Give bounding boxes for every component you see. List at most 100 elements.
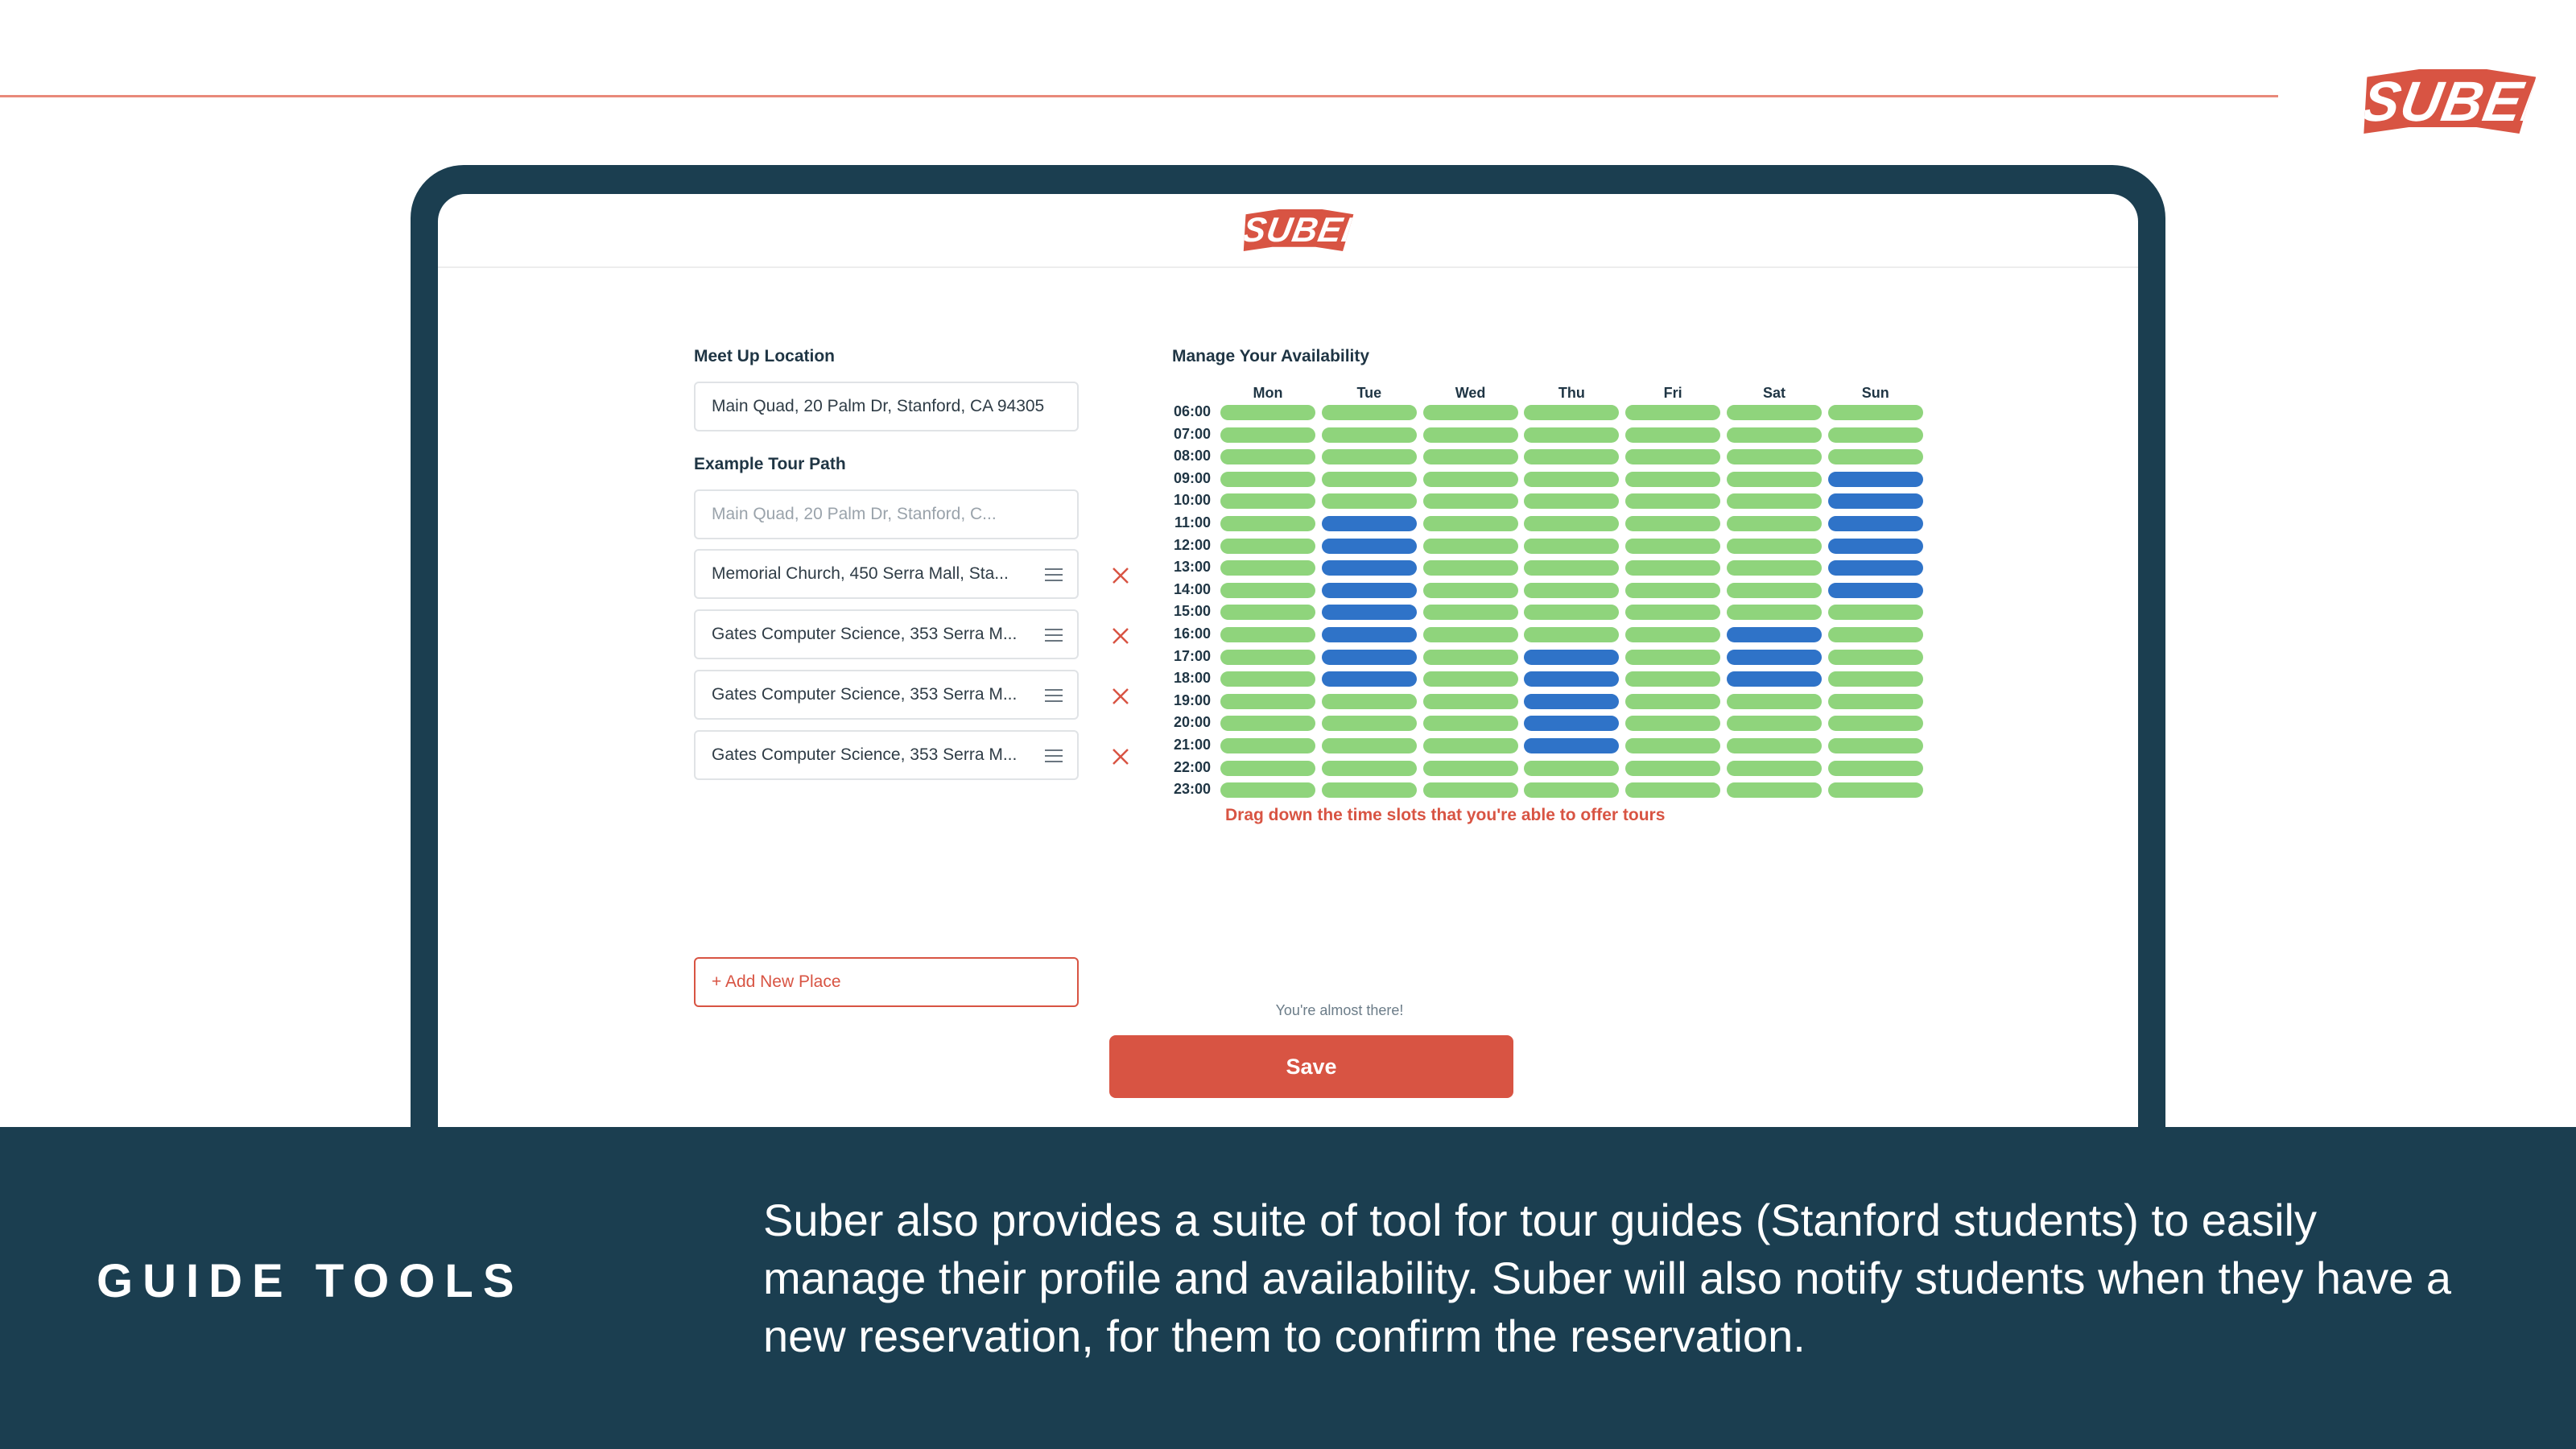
time-slot-available[interactable]	[1625, 782, 1721, 799]
time-slot-available[interactable]	[1727, 427, 1822, 443]
drag-handle-icon[interactable]	[1045, 629, 1063, 642]
time-slot-selected[interactable]	[1727, 649, 1822, 665]
time-slot-selected[interactable]	[1827, 516, 1923, 531]
time-slot-available[interactable]	[1321, 471, 1417, 487]
time-slot-available[interactable]	[1220, 516, 1315, 531]
time-slot-available[interactable]	[1422, 738, 1518, 753]
time-slot-available[interactable]	[1220, 493, 1315, 510]
time-slot-available[interactable]	[1422, 605, 1518, 621]
time-slot-available[interactable]	[1422, 782, 1518, 799]
time-slot-available[interactable]	[1827, 405, 1923, 420]
time-slot-available[interactable]	[1827, 738, 1923, 753]
time-slot-available[interactable]	[1827, 782, 1923, 799]
time-slot-available[interactable]	[1422, 582, 1518, 598]
time-slot-available[interactable]	[1321, 760, 1417, 776]
time-slot-available[interactable]	[1220, 671, 1315, 687]
time-slot-available[interactable]	[1422, 716, 1518, 732]
add-new-place-button[interactable]: + Add New Place	[694, 957, 1079, 1007]
time-slot-available[interactable]	[1524, 405, 1620, 420]
time-slot-available[interactable]	[1422, 493, 1518, 510]
tour-stop-field[interactable]: Gates Computer Science, 353 Serra M...	[694, 670, 1079, 720]
tour-stop-field[interactable]: Gates Computer Science, 353 Serra M...	[694, 609, 1079, 659]
save-button[interactable]: Save	[1109, 1035, 1513, 1098]
time-slot-available[interactable]	[1727, 538, 1822, 554]
time-slot-selected[interactable]	[1524, 693, 1620, 709]
time-slot-available[interactable]	[1422, 471, 1518, 487]
close-icon[interactable]	[1108, 564, 1133, 588]
time-slot-available[interactable]	[1220, 738, 1315, 753]
time-slot-available[interactable]	[1422, 560, 1518, 576]
time-slot-selected[interactable]	[1321, 516, 1417, 531]
time-slot-selected[interactable]	[1827, 560, 1923, 576]
time-slot-available[interactable]	[1220, 471, 1315, 487]
time-slot-available[interactable]	[1625, 427, 1721, 443]
time-slot-available[interactable]	[1220, 405, 1315, 420]
time-slot-available[interactable]	[1321, 738, 1417, 753]
close-icon[interactable]	[1108, 684, 1133, 708]
time-slot-available[interactable]	[1727, 582, 1822, 598]
time-slot-available[interactable]	[1422, 538, 1518, 554]
tour-stop-field[interactable]: Gates Computer Science, 353 Serra M...	[694, 730, 1079, 780]
time-slot-available[interactable]	[1524, 449, 1620, 465]
time-slot-available[interactable]	[1827, 449, 1923, 465]
time-slot-available[interactable]	[1524, 538, 1620, 554]
tour-start-input[interactable]: Main Quad, 20 Palm Dr, Stanford, C...	[694, 489, 1079, 539]
time-slot-available[interactable]	[1220, 582, 1315, 598]
time-slot-available[interactable]	[1220, 627, 1315, 642]
time-slot-available[interactable]	[1220, 649, 1315, 665]
time-slot-selected[interactable]	[1524, 716, 1620, 732]
time-slot-available[interactable]	[1220, 760, 1315, 776]
time-slot-available[interactable]	[1625, 449, 1721, 465]
time-slot-available[interactable]	[1727, 405, 1822, 420]
time-slot-selected[interactable]	[1827, 582, 1923, 598]
time-slot-available[interactable]	[1220, 427, 1315, 443]
time-slot-available[interactable]	[1321, 405, 1417, 420]
time-slot-available[interactable]	[1625, 627, 1721, 642]
time-slot-available[interactable]	[1524, 516, 1620, 531]
time-slot-selected[interactable]	[1827, 493, 1923, 510]
time-slot-available[interactable]	[1727, 560, 1822, 576]
time-slot-available[interactable]	[1625, 560, 1721, 576]
time-slot-available[interactable]	[1625, 760, 1721, 776]
time-slot-selected[interactable]	[1524, 738, 1620, 753]
time-slot-available[interactable]	[1422, 427, 1518, 443]
time-slot-available[interactable]	[1625, 649, 1721, 665]
time-slot-available[interactable]	[1524, 782, 1620, 799]
time-slot-available[interactable]	[1524, 560, 1620, 576]
time-slot-available[interactable]	[1727, 516, 1822, 531]
time-slot-available[interactable]	[1625, 605, 1721, 621]
time-slot-selected[interactable]	[1321, 671, 1417, 687]
time-slot-available[interactable]	[1727, 760, 1822, 776]
time-slot-available[interactable]	[1321, 693, 1417, 709]
close-icon[interactable]	[1108, 745, 1133, 769]
time-slot-available[interactable]	[1422, 693, 1518, 709]
time-slot-available[interactable]	[1727, 493, 1822, 510]
time-slot-available[interactable]	[1827, 649, 1923, 665]
time-slot-available[interactable]	[1625, 582, 1721, 598]
time-slot-available[interactable]	[1422, 671, 1518, 687]
time-slot-available[interactable]	[1422, 449, 1518, 465]
time-slot-available[interactable]	[1625, 493, 1721, 510]
drag-handle-icon[interactable]	[1045, 689, 1063, 702]
time-slot-selected[interactable]	[1727, 627, 1822, 642]
drag-handle-icon[interactable]	[1045, 568, 1063, 581]
time-slot-available[interactable]	[1625, 516, 1721, 531]
time-slot-available[interactable]	[1220, 716, 1315, 732]
time-slot-available[interactable]	[1524, 582, 1620, 598]
time-slot-available[interactable]	[1827, 693, 1923, 709]
time-slot-available[interactable]	[1220, 782, 1315, 799]
time-slot-available[interactable]	[1524, 605, 1620, 621]
time-slot-available[interactable]	[1422, 405, 1518, 420]
time-slot-available[interactable]	[1422, 649, 1518, 665]
time-slot-selected[interactable]	[1321, 649, 1417, 665]
time-slot-available[interactable]	[1321, 782, 1417, 799]
time-slot-available[interactable]	[1727, 693, 1822, 709]
time-slot-selected[interactable]	[1827, 538, 1923, 554]
time-slot-available[interactable]	[1220, 560, 1315, 576]
time-slot-available[interactable]	[1727, 471, 1822, 487]
time-slot-available[interactable]	[1321, 493, 1417, 510]
meetup-location-input[interactable]: Main Quad, 20 Palm Dr, Stanford, CA 9430…	[694, 382, 1079, 431]
time-slot-available[interactable]	[1524, 760, 1620, 776]
time-slot-available[interactable]	[1625, 471, 1721, 487]
time-slot-selected[interactable]	[1321, 538, 1417, 554]
